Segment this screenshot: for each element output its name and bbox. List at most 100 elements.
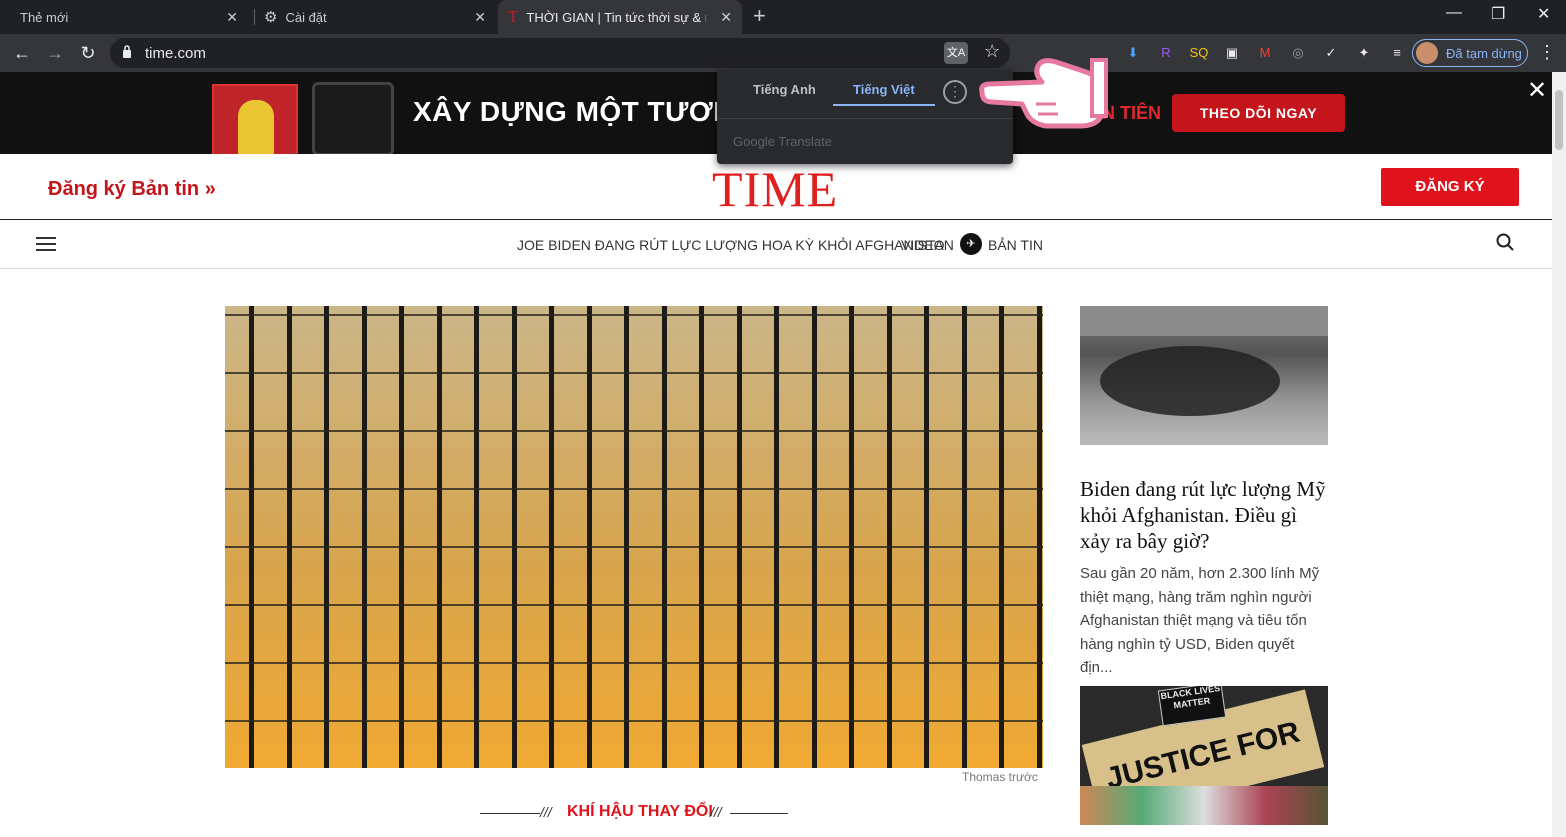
protest-thumbnail[interactable]: JUSTICE FOR BLACK LIVES MATTER xyxy=(1080,686,1328,825)
window-mullion xyxy=(736,306,742,768)
tab-settings[interactable]: ⚙ Cài đặt ✕ xyxy=(256,0,496,34)
nav-link-afghanistan[interactable]: JOE BIDEN ĐANG RÚT LỰC LƯỢNG HOA KỲ KHỎI… xyxy=(517,237,954,253)
window-transom xyxy=(225,662,1043,664)
new-tab-button[interactable]: + xyxy=(753,5,766,27)
tab-label: Thẻ mới xyxy=(20,9,69,25)
restore-button[interactable]: ❐ xyxy=(1491,4,1505,24)
window-mullion xyxy=(999,306,1004,768)
window-mullion xyxy=(286,306,292,768)
article-description: Sau gần 20 năm, hơn 2.300 lính Mỹ thiệt … xyxy=(1080,565,1320,676)
section-title[interactable]: KHÍ HẬU THAY ĐỔI xyxy=(567,803,713,821)
pointing-hand-icon xyxy=(979,58,1108,129)
tab-label: THỜI GIAN | Tin tức thời sự & nổ xyxy=(526,9,707,25)
window-mullion xyxy=(474,306,479,768)
time-favicon-icon: T xyxy=(508,7,519,26)
promo-close-icon[interactable]: ✕ xyxy=(1527,76,1547,105)
time-logo[interactable]: TIME xyxy=(712,160,838,218)
translate-icon[interactable]: 文A xyxy=(944,42,968,64)
window-close-button[interactable]: ✕ xyxy=(1537,4,1550,24)
window-mullion xyxy=(961,306,967,768)
window-transom xyxy=(225,372,1043,374)
puzzle-ext-icon[interactable]: ✦ xyxy=(1354,43,1374,63)
translate-source-tab[interactable]: Tiếng Anh xyxy=(753,82,816,97)
download-ext-icon[interactable]: ⬇ xyxy=(1123,43,1143,63)
forward-button[interactable]: → xyxy=(43,41,67,65)
tab-separator xyxy=(254,9,255,25)
m-ext-icon[interactable]: M xyxy=(1255,43,1275,63)
browser-toolbar: ← → ↻ time.com 文A ☆ ⬇ R SQ ▣ M ◎ ✓ ✦ ≡ Đã tạm dừ… xyxy=(0,34,1566,72)
avatar xyxy=(1416,42,1438,64)
playlist-ext-icon[interactable]: ≡ xyxy=(1387,43,1407,63)
window-mullion xyxy=(699,306,704,768)
sq-ext-icon[interactable]: SQ xyxy=(1189,43,1209,63)
check-ext-icon[interactable]: ✓ xyxy=(1321,43,1341,63)
site-nav: JOE BIDEN ĐANG RÚT LỰC LƯỢNG HOA KỲ KHỎI… xyxy=(0,221,1552,269)
window-mullion xyxy=(399,306,404,768)
window-mullion xyxy=(1036,306,1042,768)
divider xyxy=(480,813,540,814)
camera-ext-icon[interactable]: ◎ xyxy=(1288,43,1308,63)
gear-icon: ⚙ xyxy=(264,9,278,26)
translate-options-icon[interactable]: ⋮ xyxy=(943,80,967,104)
profile-status: Đã tạm dừng xyxy=(1446,45,1522,61)
photo-credit: Thomas trước xyxy=(962,770,1038,784)
divider xyxy=(730,813,788,814)
window-mullion xyxy=(249,306,254,768)
newsletter-subscribe-link[interactable]: Đăng ký Bản tin » xyxy=(48,178,216,201)
follow-now-button[interactable]: THEO DÕI NGAY xyxy=(1172,94,1345,132)
minimize-button[interactable]: — xyxy=(1446,4,1462,22)
newsletter-icon[interactable]: ✈ xyxy=(960,233,982,255)
slash-decoration: /// xyxy=(540,804,552,820)
magazine-cover-image xyxy=(212,84,298,154)
window-transom xyxy=(225,604,1043,606)
window-transom xyxy=(225,488,1043,490)
window-transom xyxy=(225,546,1043,548)
search-icon[interactable] xyxy=(1496,233,1514,251)
tab-new-tab[interactable]: Thẻ mới ✕ xyxy=(8,0,248,34)
browser-menu-icon[interactable]: ⋮ xyxy=(1538,42,1556,63)
close-tab-icon[interactable]: ✕ xyxy=(474,9,486,26)
window-mullion xyxy=(811,306,817,768)
lock-icon[interactable] xyxy=(122,45,132,58)
window-mullion xyxy=(586,306,592,768)
hero-image[interactable] xyxy=(225,306,1043,768)
hamburger-menu-icon[interactable] xyxy=(36,237,56,251)
divider xyxy=(717,118,1013,119)
article-thumbnail[interactable] xyxy=(1080,306,1328,445)
tab-time[interactable]: T THỜI GIAN | Tin tức thời sự & nổ ✕ xyxy=(498,0,742,34)
window-mullion xyxy=(886,306,892,768)
r-ext-icon[interactable]: R xyxy=(1156,43,1176,63)
translate-target-tab[interactable]: Tiếng Việt xyxy=(853,82,915,97)
url-text[interactable]: time.com xyxy=(145,45,206,62)
web-page: XÂY DỰNG MỘT TƯƠNG L BẢN TIÊN THEO DÕI N… xyxy=(0,72,1552,837)
window-mullion xyxy=(661,306,667,768)
close-tab-icon[interactable]: ✕ xyxy=(720,9,732,26)
window-transom xyxy=(225,314,1043,316)
nav-link-video[interactable]: VIDEO xyxy=(901,237,945,253)
window-mullion xyxy=(774,306,779,768)
close-tab-icon[interactable]: ✕ xyxy=(226,9,238,26)
tablet-image xyxy=(312,82,394,154)
back-button[interactable]: ← xyxy=(10,41,34,65)
scrollbar-thumb[interactable] xyxy=(1555,90,1563,150)
address-bar[interactable]: time.com 文A ☆ xyxy=(110,38,1010,68)
translate-popup: Tiếng Anh Tiếng Việt ⋮ Google Translate xyxy=(717,70,1013,164)
window-mullion xyxy=(511,306,517,768)
active-tab-underline xyxy=(833,104,935,106)
page-scrollbar[interactable] xyxy=(1552,72,1566,837)
nav-link-newsletter[interactable]: BẢN TIN xyxy=(988,237,1043,253)
profile-button[interactable]: Đã tạm dừng xyxy=(1412,39,1528,67)
window-mullion xyxy=(549,306,554,768)
tab-strip: Thẻ mới ✕ ⚙ Cài đặt ✕ T THỜI GIAN | Tin … xyxy=(0,0,1566,34)
reload-button[interactable]: ↻ xyxy=(76,41,100,65)
tab-label: Cài đặt xyxy=(285,9,327,25)
window-transom xyxy=(225,720,1043,722)
window-mullion xyxy=(624,306,629,768)
section-label[interactable]: /// KHÍ HẬU THAY ĐỔI /// xyxy=(480,802,788,826)
image-ext-icon[interactable]: ▣ xyxy=(1222,43,1242,63)
window-mullion xyxy=(849,306,854,768)
article-title[interactable]: Biden đang rút lực lượng Mỹ khỏi Afghani… xyxy=(1080,476,1330,554)
window-mullion xyxy=(924,306,929,768)
slash-decoration: /// xyxy=(710,804,722,820)
register-button[interactable]: ĐĂNG KÝ xyxy=(1381,168,1519,206)
